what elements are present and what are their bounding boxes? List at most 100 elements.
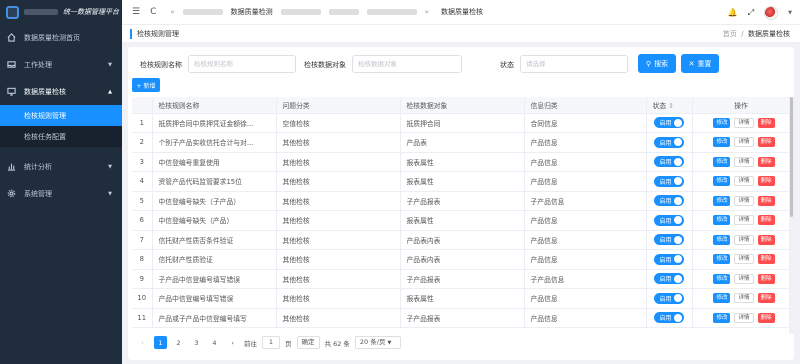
blurred-tab[interactable] bbox=[328, 9, 359, 15]
tabs-forward-icon[interactable]: » bbox=[425, 8, 429, 16]
delete-button[interactable]: 删除 bbox=[757, 176, 775, 187]
col-status[interactable]: 状态 ⇕ bbox=[646, 97, 693, 114]
data-object-input[interactable]: 检核数据对象 bbox=[352, 55, 462, 73]
status-toggle[interactable]: 启用 bbox=[654, 292, 684, 304]
sidebar-subitem-task-config[interactable]: 检核任务配置 bbox=[0, 126, 122, 147]
edit-button[interactable]: 修改 bbox=[713, 312, 731, 323]
avatar[interactable] bbox=[764, 5, 779, 20]
detail-button[interactable]: 详情 bbox=[734, 312, 754, 323]
sidebar-item-home[interactable]: 数据质量检测首页 bbox=[0, 24, 122, 51]
detail-button[interactable]: 详情 bbox=[734, 137, 754, 148]
detail-button[interactable]: 详情 bbox=[734, 195, 754, 206]
page-size-select[interactable]: 20 条/页 ▼ bbox=[354, 336, 401, 349]
page-4[interactable]: 4 bbox=[208, 336, 221, 349]
detail-button[interactable]: 详情 bbox=[734, 117, 754, 128]
prev-page-icon[interactable]: ‹ bbox=[136, 336, 149, 349]
chevron-down-icon[interactable]: ▼ bbox=[788, 10, 792, 16]
delete-button[interactable]: 删除 bbox=[757, 117, 775, 128]
scrollbar-thumb[interactable] bbox=[790, 97, 793, 217]
search-button[interactable]: ⚲ 搜索 bbox=[638, 54, 676, 73]
reset-button[interactable]: ✕ 重置 bbox=[681, 54, 719, 73]
next-page-icon[interactable]: › bbox=[226, 336, 239, 349]
edit-button[interactable]: 修改 bbox=[713, 117, 731, 128]
edit-button[interactable]: 修改 bbox=[713, 137, 731, 148]
toggle-knob bbox=[673, 294, 682, 303]
pagination: ‹ 1 2 3 4 › 前往 1 页 确定 共 62 条 20 条/页 ▼ bbox=[136, 336, 401, 349]
detail-button[interactable]: 详情 bbox=[734, 254, 754, 265]
table-row: 6 中信登编号缺失（产品） 其他检核 报表属性 产品信息 启用 修改 详情 删除 bbox=[132, 210, 791, 231]
menu-toggle-icon[interactable]: ☰ bbox=[132, 7, 140, 17]
delete-button[interactable]: 删除 bbox=[757, 215, 775, 226]
toggle-knob bbox=[673, 255, 682, 264]
info-category-cell: 产品信息 bbox=[524, 152, 647, 172]
sidebar-item-label: 系统管理 bbox=[24, 189, 52, 198]
edit-button[interactable]: 修改 bbox=[713, 156, 731, 167]
status-toggle[interactable]: 启用 bbox=[654, 195, 684, 207]
delete-button[interactable]: 删除 bbox=[757, 195, 775, 206]
delete-button[interactable]: 删除 bbox=[757, 137, 775, 148]
refresh-icon[interactable]: C bbox=[150, 7, 156, 17]
goto-page-input[interactable]: 1 bbox=[262, 336, 280, 349]
table-scrollbar[interactable] bbox=[789, 97, 794, 334]
status-cell: 启用 bbox=[646, 249, 693, 270]
detail-button[interactable]: 详情 bbox=[734, 176, 754, 187]
table-row: 1 抵质押合同中质押凭证金额徐... 空值检核 抵质押合同 合同信息 启用 修改 详情 删除 bbox=[132, 113, 791, 133]
info-category-cell: 产品信息 bbox=[524, 210, 647, 231]
confirm-button[interactable]: 确定 bbox=[296, 336, 320, 349]
sidebar-item-work[interactable]: 工作处理 ▼ bbox=[0, 51, 122, 78]
rule-name-input[interactable]: 检核规则名称 bbox=[188, 55, 296, 73]
rule-name-cell: 中信登编号缺失（产品） bbox=[152, 210, 277, 231]
blurred-tab[interactable] bbox=[280, 9, 321, 15]
detail-button[interactable]: 详情 bbox=[734, 273, 754, 284]
status-toggle[interactable]: 启用 bbox=[654, 214, 684, 226]
delete-button[interactable]: 删除 bbox=[757, 273, 775, 284]
blurred-tab[interactable] bbox=[182, 9, 223, 15]
edit-button[interactable]: 修改 bbox=[713, 195, 731, 206]
toggle-knob bbox=[673, 216, 682, 225]
delete-button[interactable]: 删除 bbox=[757, 254, 775, 265]
status-toggle[interactable]: 启用 bbox=[654, 253, 684, 265]
edit-button[interactable]: 修改 bbox=[713, 293, 731, 304]
sidebar-item-statistics[interactable]: 统计分析 ▼ bbox=[0, 153, 122, 180]
add-button[interactable]: + 新增 bbox=[132, 78, 160, 92]
tab-quality-detect[interactable]: 数据质量检测 bbox=[231, 7, 273, 17]
edit-button[interactable]: 修改 bbox=[713, 254, 731, 265]
sidebar-subitem-rule-management[interactable]: 检核规则管理 bbox=[0, 105, 122, 126]
blurred-tab[interactable] bbox=[366, 9, 417, 15]
detail-button[interactable]: 详情 bbox=[734, 234, 754, 245]
status-toggle[interactable]: 启用 bbox=[654, 234, 684, 246]
toggle-knob bbox=[673, 313, 682, 322]
detail-button[interactable]: 详情 bbox=[734, 293, 754, 304]
detail-button[interactable]: 详情 bbox=[734, 156, 754, 167]
issue-type-cell: 其他检核 bbox=[276, 230, 401, 250]
delete-button[interactable]: 删除 bbox=[757, 293, 775, 304]
delete-button[interactable]: 删除 bbox=[757, 156, 775, 167]
status-toggle[interactable]: 启用 bbox=[654, 175, 684, 187]
edit-button[interactable]: 修改 bbox=[713, 176, 731, 187]
edit-button[interactable]: 修改 bbox=[713, 215, 731, 226]
delete-button[interactable]: 删除 bbox=[757, 234, 775, 245]
status-toggle[interactable]: 启用 bbox=[654, 117, 684, 129]
status-toggle[interactable]: 启用 bbox=[654, 312, 684, 324]
rule-name-label: 检核规则名称 bbox=[140, 61, 182, 69]
status-toggle[interactable]: 启用 bbox=[654, 136, 684, 148]
page-3[interactable]: 3 bbox=[190, 336, 203, 349]
sort-icon[interactable]: ⇕ bbox=[668, 102, 674, 110]
status-label: 状态 bbox=[500, 61, 514, 69]
edit-button[interactable]: 修改 bbox=[713, 234, 731, 245]
edit-button[interactable]: 修改 bbox=[713, 273, 731, 284]
sidebar-item-quality-check[interactable]: 数据质量检核 ▲ bbox=[0, 78, 122, 105]
tab-quality-check[interactable]: 数据质量检核 bbox=[441, 7, 483, 17]
breadcrumb-home[interactable]: 首页 bbox=[723, 30, 737, 38]
page-1[interactable]: 1 bbox=[154, 336, 167, 349]
detail-button[interactable]: 详情 bbox=[734, 215, 754, 226]
delete-button[interactable]: 删除 bbox=[757, 312, 775, 323]
fullscreen-icon[interactable]: ⤢ bbox=[748, 8, 754, 18]
bell-icon[interactable]: 🔔 bbox=[728, 8, 738, 17]
status-select[interactable]: 请选择 bbox=[520, 55, 628, 73]
status-toggle[interactable]: 启用 bbox=[654, 273, 684, 285]
page-2[interactable]: 2 bbox=[172, 336, 185, 349]
status-toggle[interactable]: 启用 bbox=[654, 156, 684, 168]
tabs-back-icon[interactable]: « bbox=[170, 8, 174, 16]
sidebar-item-system[interactable]: 系统管理 ▼ bbox=[0, 180, 122, 207]
